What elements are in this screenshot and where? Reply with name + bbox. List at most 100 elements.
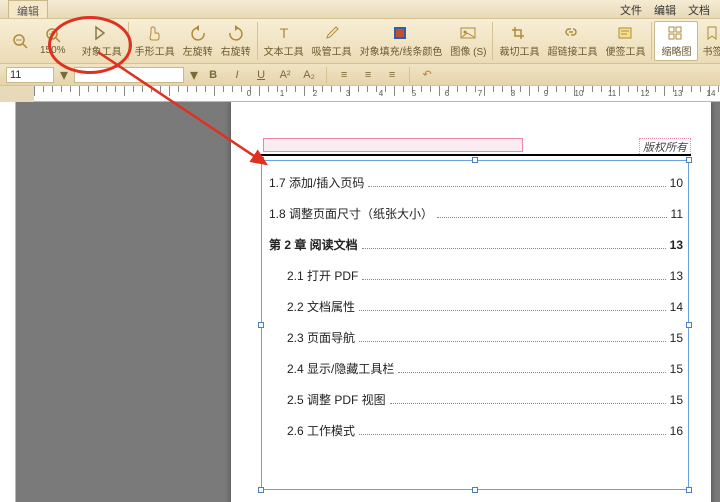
text-tool-icon: T	[274, 24, 294, 42]
thumbnail-button[interactable]: 缩略图	[654, 21, 698, 61]
toc-page: 13	[670, 269, 683, 283]
svg-text:T: T	[279, 25, 288, 41]
fill-stroke-label: 对象填充/线条颜色	[360, 43, 443, 58]
toc-page: 13	[670, 238, 683, 252]
format-bar: ▾ ▾ B I U A² A₂ ≡ ≡ ≡ ↶	[0, 64, 720, 86]
object-tool-icon	[92, 24, 112, 42]
rotate-left-label: 左旋转	[183, 43, 213, 58]
object-tool-button[interactable]: 对象工具	[78, 22, 126, 60]
toc-page: 15	[670, 393, 683, 407]
page: 版权所有 1.7 添加/插入页码101.8 调整页面尺寸（纸张大小）11第 2 …	[231, 102, 711, 502]
toc-entry: 2.3 页面导航 15	[269, 329, 683, 346]
resize-handle-e[interactable]	[686, 322, 692, 328]
toc-entry: 2.6 工作模式 16	[269, 422, 683, 439]
header-rule	[259, 154, 691, 156]
rotate-right-label: 右旋转	[221, 43, 251, 58]
subscript-button[interactable]: A₂	[300, 67, 318, 83]
fill-stroke-icon	[391, 24, 411, 42]
bookmark-icon	[702, 24, 720, 42]
bold-button[interactable]: B	[204, 67, 222, 83]
rotate-left-button[interactable]: 左旋转	[179, 22, 217, 60]
vertical-ruler[interactable]	[0, 102, 16, 502]
toc-title: 2.2 文档属性	[287, 298, 355, 315]
hand-tool-button[interactable]: 手形工具	[131, 22, 179, 60]
text-tool-button[interactable]: T文本工具	[260, 22, 308, 60]
toc-leader	[359, 434, 666, 435]
toc-leader	[437, 217, 667, 218]
rotate-right-button[interactable]: 右旋转	[217, 22, 255, 60]
toc-page: 15	[670, 362, 683, 376]
toc-entry: 2.1 打开 PDF13	[269, 267, 683, 284]
header-selection[interactable]	[263, 138, 523, 152]
toc-entry: 1.8 调整页面尺寸（纸张大小）11	[269, 205, 683, 222]
bookmark-button[interactable]: 书签	[698, 22, 720, 60]
toc-entry: 第 2 章 阅读文档 13	[269, 236, 683, 253]
image-button[interactable]: 图像 (S)	[446, 22, 490, 60]
toc-entry: 2.2 文档属性 14	[269, 298, 683, 315]
font-combo[interactable]	[74, 67, 184, 83]
resize-handle-se[interactable]	[686, 487, 692, 493]
resize-handle-nw[interactable]	[258, 157, 264, 163]
toc-page: 16	[670, 424, 683, 438]
toc-entry: 1.7 添加/插入页码 10	[269, 174, 683, 191]
eyedropper-label: 吸管工具	[312, 43, 352, 58]
rotate-right-icon	[226, 24, 246, 42]
toc-page: 10	[670, 176, 683, 190]
thumbnail-icon	[666, 24, 686, 42]
toc-page: 11	[671, 207, 683, 221]
toc-page: 15	[670, 331, 683, 345]
align-center-button[interactable]: ≡	[359, 67, 377, 83]
fill-stroke-button[interactable]: 对象填充/线条颜色	[356, 22, 447, 60]
resize-handle-n[interactable]	[472, 157, 478, 163]
note-button[interactable]: 便签工具	[601, 22, 649, 60]
toc-entry: 2.5 调整 PDF 视图 15	[269, 391, 683, 408]
toc-leader	[359, 310, 666, 311]
undo-button[interactable]: ↶	[418, 67, 436, 83]
rotate-left-icon	[188, 24, 208, 42]
zoom-in-button[interactable]: 150%	[36, 24, 70, 58]
zoom-out-button[interactable]	[6, 30, 34, 52]
menu-edit[interactable]: 编辑	[654, 2, 676, 16]
resize-handle-sw[interactable]	[258, 487, 264, 493]
resize-handle-ne[interactable]	[686, 157, 692, 163]
toc-leader	[362, 279, 665, 280]
hand-tool-label: 手形工具	[135, 43, 175, 58]
resize-handle-w[interactable]	[258, 322, 264, 328]
crop-label: 裁切工具	[499, 43, 539, 58]
toc-entry: 2.4 显示/隐藏工具栏 15	[269, 360, 683, 377]
horizontal-ruler[interactable]: 01234567891011121314	[34, 86, 720, 102]
crop-button[interactable]: 裁切工具	[495, 22, 543, 60]
toc-title: 2.3 页面导航	[287, 329, 355, 346]
toc-title: 第 2 章 阅读文档	[269, 236, 358, 253]
ribbon-toolbar: 150% 对象工具手形工具左旋转右旋转 T文本工具吸管工具对象填充/线条颜色图像 …	[0, 18, 720, 64]
menu-file[interactable]: 文件	[620, 2, 642, 16]
zoom-level: 150%	[40, 45, 66, 56]
toc-title: 1.7 添加/插入页码	[269, 174, 364, 191]
document-canvas[interactable]: 版权所有 1.7 添加/插入页码101.8 调整页面尺寸（纸张大小）11第 2 …	[16, 102, 720, 502]
note-label: 便签工具	[605, 43, 645, 58]
toc-leader	[398, 372, 665, 373]
fontsize-combo[interactable]	[6, 67, 54, 83]
align-left-button[interactable]: ≡	[335, 67, 353, 83]
underline-button[interactable]: U	[252, 67, 270, 83]
toc-leader	[359, 341, 666, 342]
toc-page: 14	[670, 300, 683, 314]
eyedropper-button[interactable]: 吸管工具	[308, 22, 356, 60]
superscript-button[interactable]: A²	[276, 67, 294, 83]
menu-more[interactable]: 文档	[688, 2, 710, 16]
crop-icon	[509, 24, 529, 42]
thumbnail-label: 缩略图	[661, 43, 691, 58]
toc-title: 2.5 调整 PDF 视图	[287, 391, 386, 408]
toc-title: 2.4 显示/隐藏工具栏	[287, 360, 394, 377]
toc-leader	[362, 248, 666, 249]
resize-handle-s[interactable]	[472, 487, 478, 493]
image-label: 图像 (S)	[450, 43, 486, 58]
object-tool-label: 对象工具	[82, 43, 122, 58]
image-icon	[458, 24, 478, 42]
align-right-button[interactable]: ≡	[383, 67, 401, 83]
toc-title: 2.6 工作模式	[287, 422, 355, 439]
hyperlink-button[interactable]: 超链接工具	[543, 22, 601, 60]
bookmark-label: 书签	[702, 43, 720, 58]
toc-leader	[368, 186, 665, 187]
italic-button[interactable]: I	[228, 67, 246, 83]
